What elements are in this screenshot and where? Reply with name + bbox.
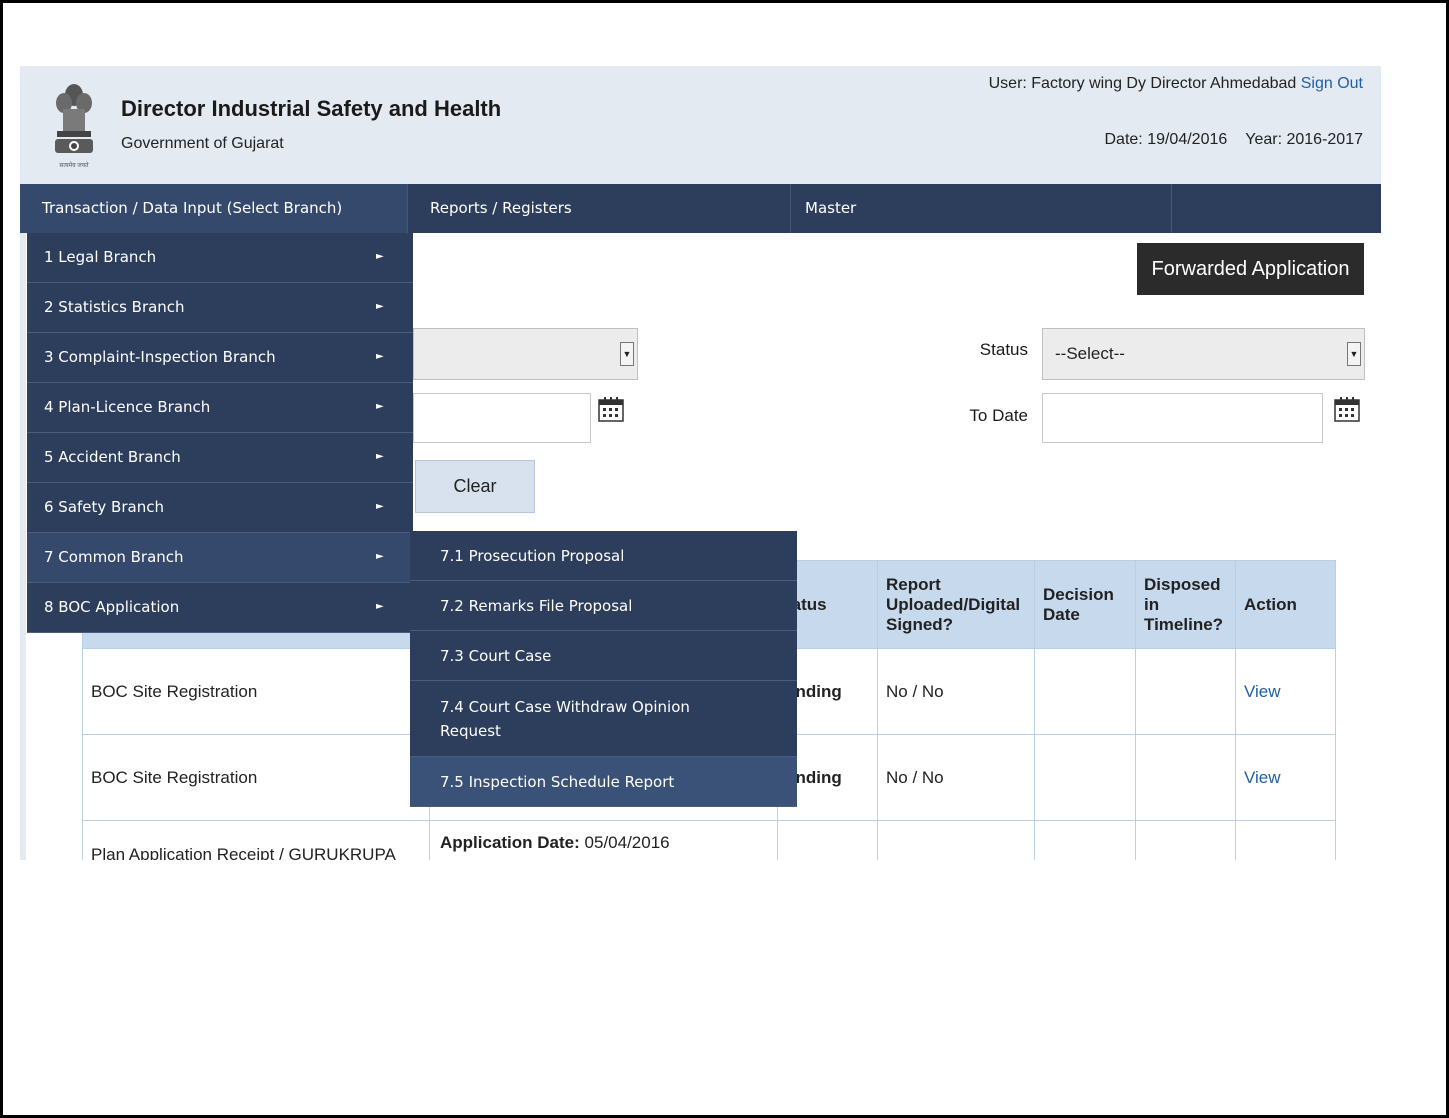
from-date-input[interactable]: [413, 393, 591, 443]
to-date-input[interactable]: [1042, 393, 1323, 443]
user-info: User: Factory wing Dy Director Ahmedabad…: [989, 75, 1363, 93]
cell-decision-date: [1034, 648, 1136, 735]
cell-disposed: [1135, 734, 1236, 821]
submenu-item-court-case[interactable]: 7.3 Court Case: [410, 631, 797, 681]
nav-transaction[interactable]: Transaction / Data Input (Select Branch): [20, 184, 408, 233]
emblem-caption: सत्यमेव जयते: [59, 161, 89, 169]
cell-type: Plan Application Receipt / GURUKRUPA: [82, 820, 430, 860]
caret-right-icon: ►: [376, 601, 384, 612]
cell-type: BOC Site Registration: [82, 734, 430, 821]
submenu-item-court-case-withdraw[interactable]: 7.4 Court Case Withdraw Opinion Request: [410, 681, 797, 757]
clear-button[interactable]: Clear: [415, 460, 535, 513]
table-row: Plan Application Receipt / GURUKRUPA App…: [82, 820, 1336, 860]
browser-viewport: सत्यमेव जयते Director Industrial Safety …: [20, 66, 1381, 860]
common-branch-submenu: 7.1 Prosecution Proposal 7.2 Remarks Fil…: [410, 531, 797, 807]
caret-right-icon: ►: [376, 551, 384, 562]
caret-right-icon: ►: [376, 401, 384, 412]
left-gutter: [20, 233, 26, 860]
cell-report: No / No: [877, 648, 1035, 735]
transaction-dropdown-menu: 1 Legal Branch ► 2 Statistics Branch ► 3 C…: [27, 233, 413, 633]
caret-right-icon: ►: [376, 251, 384, 262]
calendar-icon[interactable]: [598, 396, 624, 422]
nav-master[interactable]: Master: [791, 184, 1172, 233]
date-label: Date: 19/04/2016: [1104, 131, 1228, 148]
col-header-disposed: Disposed in Timeline?: [1135, 560, 1236, 649]
menu-item-common-branch[interactable]: 7 Common Branch ►: [27, 533, 413, 583]
cell-report: [877, 820, 1035, 860]
caret-right-icon: ►: [376, 351, 384, 362]
app-date-label: Application Date:: [440, 833, 580, 852]
forwarded-application-button[interactable]: Forwarded Application: [1137, 243, 1364, 295]
calendar-icon[interactable]: [1334, 396, 1360, 422]
menu-item-boc-application[interactable]: 8 BOC Application ►: [27, 583, 413, 633]
chevron-down-icon: ▼: [1347, 342, 1361, 366]
year-label: Year: 2016-2017: [1245, 131, 1363, 148]
col-header-decision-date: Decision Date: [1034, 560, 1136, 649]
view-link[interactable]: View: [1235, 734, 1336, 821]
submenu-item-remarks-file-proposal[interactable]: 7.2 Remarks File Proposal: [410, 581, 797, 631]
menu-item-safety-branch[interactable]: 6 Safety Branch ►: [27, 483, 413, 533]
cell-type: BOC Site Registration: [82, 648, 430, 735]
app-date-value: 05/04/2016: [584, 833, 670, 852]
menu-item-complaint-inspection-branch[interactable]: 3 Complaint-Inspection Branch ►: [27, 333, 413, 383]
submenu-item-inspection-schedule-report[interactable]: 7.5 Inspection Schedule Report: [410, 757, 797, 807]
chevron-down-icon: ▼: [620, 342, 634, 366]
date-info: Date: 19/04/2016 Year: 2016-2017: [1105, 131, 1364, 149]
page-subtitle: Government of Gujarat: [121, 135, 284, 152]
caret-right-icon: ►: [376, 301, 384, 312]
user-label: User: Factory wing Dy Director Ahmedabad: [988, 75, 1297, 92]
menu-item-statistics-branch[interactable]: 2 Statistics Branch ►: [27, 283, 413, 333]
cell-report: No / No: [877, 734, 1035, 821]
view-link[interactable]: View: [1235, 648, 1336, 735]
status-select[interactable]: --Select-- ▼: [1042, 328, 1365, 380]
submenu-item-prosecution-proposal[interactable]: 7.1 Prosecution Proposal: [410, 531, 797, 581]
menu-item-legal-branch[interactable]: 1 Legal Branch ►: [27, 233, 413, 283]
cell-details: Application Date: 05/04/2016: [429, 820, 778, 860]
caret-right-icon: ►: [376, 451, 384, 462]
menu-item-accident-branch[interactable]: 5 Accident Branch ►: [27, 433, 413, 483]
type-select[interactable]: ▼: [413, 328, 638, 380]
site-header: सत्यमेव जयते Director Industrial Safety …: [20, 66, 1381, 184]
sign-out-link[interactable]: Sign Out: [1301, 75, 1363, 92]
main-nav: Transaction / Data Input (Select Branch)…: [20, 184, 1381, 233]
page-title: Director Industrial Safety and Health: [121, 96, 502, 121]
nav-reports[interactable]: Reports / Registers: [408, 184, 791, 233]
to-date-label: To Date: [969, 406, 1028, 425]
cell-disposed: [1135, 820, 1236, 860]
cell-decision-date: [1034, 734, 1136, 821]
cell-decision-date: [1034, 820, 1136, 860]
col-header-report: Report Uploaded/Digital Signed?: [877, 560, 1035, 649]
caret-right-icon: ►: [376, 501, 384, 512]
status-select-value: --Select--: [1055, 344, 1125, 363]
col-header-action: Action: [1235, 560, 1336, 649]
status-label: Status: [979, 340, 1028, 359]
cell-disposed: [1135, 648, 1236, 735]
state-emblem-icon: सत्यमेव जयते: [55, 84, 93, 169]
menu-item-plan-licence-branch[interactable]: 4 Plan-Licence Branch ►: [27, 383, 413, 433]
cell-action: [1235, 820, 1336, 860]
cell-status: [777, 820, 878, 860]
